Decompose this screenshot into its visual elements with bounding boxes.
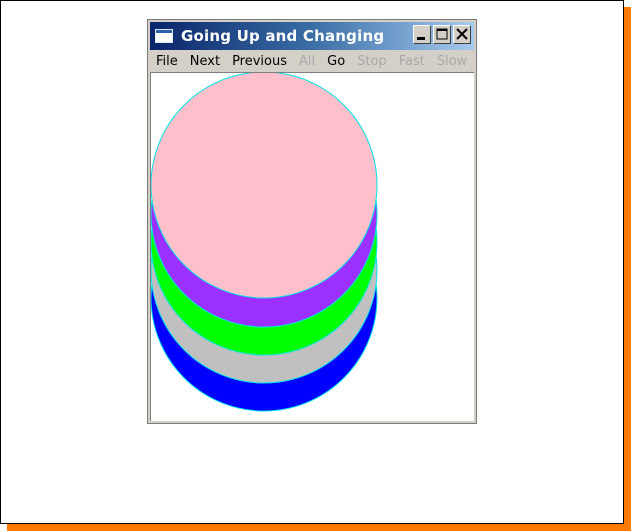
maximize-icon	[436, 28, 448, 40]
circles-drawing	[151, 73, 378, 412]
title-bar[interactable]: Going Up and Changing	[150, 22, 474, 50]
minimize-icon	[417, 37, 425, 40]
drawing-canvas[interactable]	[150, 72, 474, 421]
menu-go[interactable]: Go	[321, 54, 351, 69]
menu-all[interactable]: All	[293, 54, 321, 69]
close-icon	[456, 28, 468, 40]
minimize-button[interactable]	[413, 25, 431, 44]
menu-bar: File Next Previous All Go Stop Fast Slow	[150, 51, 474, 71]
maximize-button[interactable]	[433, 25, 451, 44]
circle-pink	[151, 73, 378, 299]
app-window: Going Up and Changing File Next Previous…	[147, 19, 477, 424]
menu-file[interactable]: File	[150, 54, 184, 69]
menu-previous[interactable]: Previous	[226, 54, 293, 69]
menu-next[interactable]: Next	[184, 54, 226, 69]
menu-fast[interactable]: Fast	[393, 54, 431, 69]
window-title: Going Up and Changing	[181, 27, 385, 45]
menu-stop[interactable]: Stop	[351, 54, 393, 69]
close-button[interactable]	[453, 25, 471, 44]
window-icon	[155, 29, 173, 43]
window-controls	[413, 25, 471, 44]
menu-slow[interactable]: Slow	[431, 54, 473, 69]
